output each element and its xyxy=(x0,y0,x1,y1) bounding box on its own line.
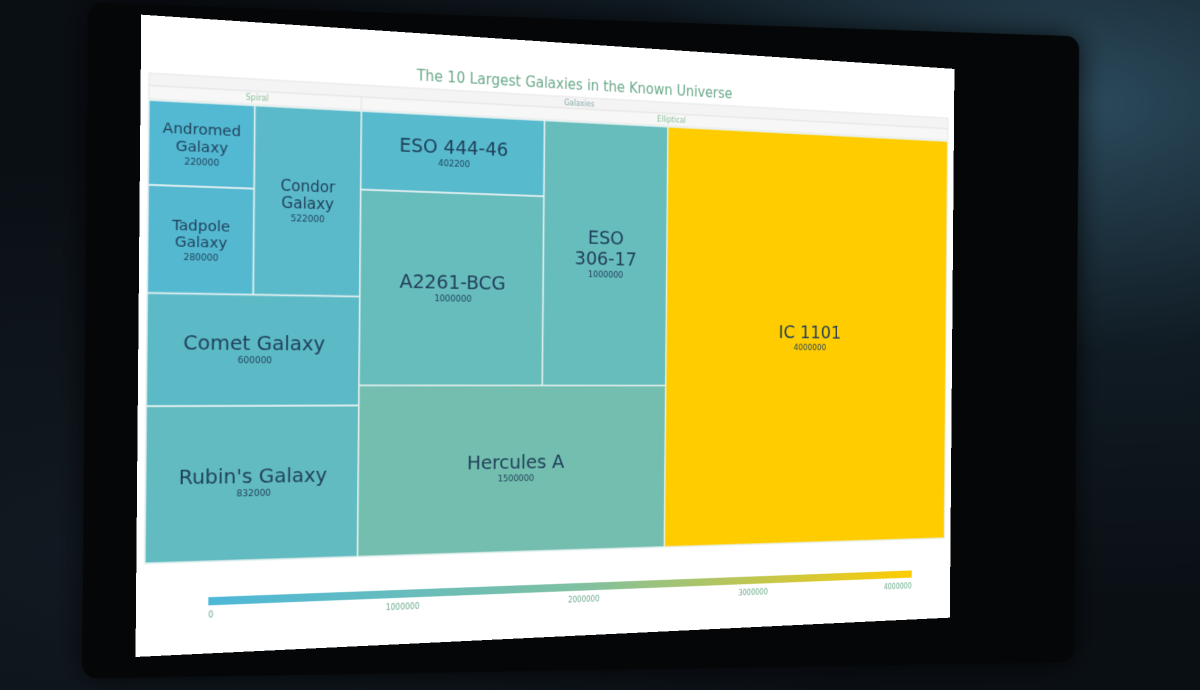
tile-value-eso-306-17: 1000000 xyxy=(588,270,623,280)
color-scale-tick-0: 0 xyxy=(208,610,213,619)
tile-name-a2261-bcg: A2261-BCG xyxy=(399,270,505,295)
tile-name-eso-444-46: ESO 444-46 xyxy=(399,134,508,161)
root-label: Galaxies xyxy=(564,99,594,109)
color-scale-tick-4: 4000000 xyxy=(884,582,912,591)
tile-name-tadpole-galaxy-line2: Galaxy xyxy=(175,232,228,252)
tile-value-ic-1101: 4000000 xyxy=(794,344,827,353)
color-scale-tick-3: 3000000 xyxy=(738,588,768,597)
tile-name-rubin-s-galaxy: Rubin's Galaxy xyxy=(178,463,327,490)
tile-name-comet-galaxy: Comet Galaxy xyxy=(183,330,325,355)
tile-value-tadpole-galaxy: 280000 xyxy=(183,253,218,264)
tile-value-a2261-bcg: 1000000 xyxy=(434,295,472,305)
monitor-bezel: The 10 Largest Galaxies in the Known Uni… xyxy=(81,2,1080,679)
group-label-elliptical: Elliptical xyxy=(657,115,686,125)
tile-name-eso-306-17-line2: 306-17 xyxy=(574,246,636,270)
chart-screen: The 10 Largest Galaxies in the Known Uni… xyxy=(135,14,955,657)
tile-value-hercules-a: 1500000 xyxy=(498,474,535,484)
color-scale-tick-1: 1000000 xyxy=(386,602,420,612)
tile-name-condor-galaxy-line2: Galaxy xyxy=(281,194,334,214)
color-scale-bar xyxy=(208,570,912,606)
tile-value-rubin-s-galaxy: 832000 xyxy=(236,489,271,500)
tile-value-condor-galaxy: 522000 xyxy=(291,215,325,226)
treemap-chart: GalaxiesSpiralAndromedGalaxy220000Tadpol… xyxy=(136,15,955,620)
color-scale-tick-2: 2000000 xyxy=(568,595,600,605)
tile-name-ic-1101: IC 1101 xyxy=(779,321,842,343)
tile-name-hercules-a: Hercules A xyxy=(467,450,565,474)
group-label-spiral: Spiral xyxy=(246,93,269,103)
tile-value-comet-galaxy: 600000 xyxy=(238,356,273,366)
tile-value-eso-444-46: 402200 xyxy=(438,160,470,171)
tile-value-andromed-galaxy: 220000 xyxy=(184,157,219,169)
tile-name-andromed-galaxy-line2: Galaxy xyxy=(176,136,229,157)
